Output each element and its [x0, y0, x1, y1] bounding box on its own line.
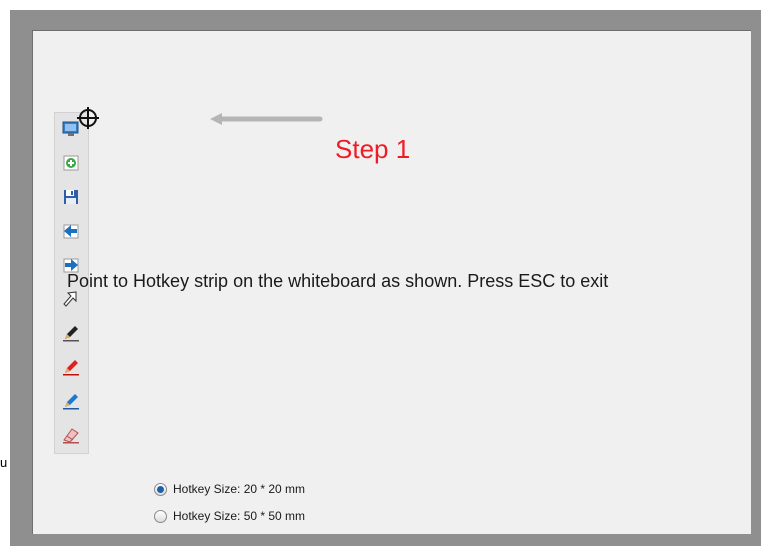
frame-bottom	[10, 534, 761, 546]
hotkey-size-label: Hotkey Size: 50 * 50 mm	[173, 509, 306, 523]
blue-pen-icon[interactable]	[61, 391, 81, 411]
previous-page-icon[interactable]	[61, 221, 81, 241]
canvas-border-left	[32, 30, 33, 534]
frame-left	[10, 10, 32, 546]
hotkey-size-label: Hotkey Size: 20 * 20 mm	[173, 482, 306, 496]
frame-top	[10, 10, 761, 30]
instruction-text: Point to Hotkey strip on the whiteboard …	[67, 271, 609, 291]
pointer-icon[interactable]	[61, 289, 81, 309]
hotkey-size-option-20[interactable]: Hotkey Size: 20 * 20 mm	[154, 481, 305, 497]
step-label: Step 1	[335, 134, 411, 164]
canvas-border-top	[32, 30, 751, 31]
red-pen-icon[interactable]	[61, 357, 81, 377]
radio-button-selected[interactable]	[154, 482, 167, 496]
black-pen-icon[interactable]	[61, 323, 81, 343]
eraser-icon[interactable]	[61, 425, 81, 445]
crosshair-target-icon	[76, 106, 100, 130]
new-page-icon[interactable]	[61, 153, 81, 173]
stray-character: u	[0, 455, 8, 470]
save-icon[interactable]	[61, 187, 81, 207]
left-arrow-icon	[208, 110, 324, 128]
hotkey-size-option-50[interactable]: Hotkey Size: 50 * 50 mm	[154, 508, 305, 524]
frame-right	[751, 10, 761, 546]
radio-button-unselected[interactable]	[154, 509, 167, 523]
